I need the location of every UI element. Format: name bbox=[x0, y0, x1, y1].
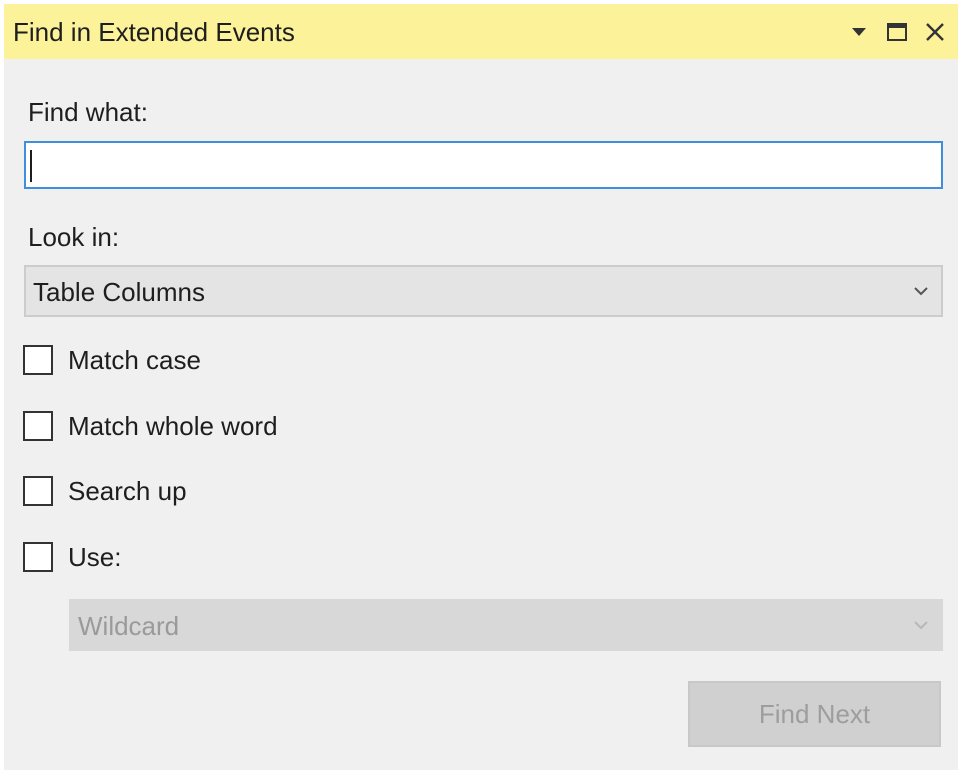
look-in-label: Look in: bbox=[28, 222, 120, 252]
chevron-down-icon bbox=[914, 621, 928, 630]
find-next-button[interactable]: Find Next bbox=[688, 681, 941, 747]
close-button[interactable] bbox=[920, 13, 950, 51]
caret-down-icon bbox=[852, 28, 866, 36]
use-label[interactable]: Use: bbox=[68, 542, 121, 572]
use-mode-selected-value: Wildcard bbox=[78, 611, 180, 641]
search-up-checkbox[interactable] bbox=[23, 476, 53, 506]
find-what-label: Find what: bbox=[28, 97, 148, 127]
window-menu-button[interactable] bbox=[844, 13, 874, 51]
use-mode-dropdown: Wildcard bbox=[69, 599, 943, 651]
match-case-checkbox[interactable] bbox=[23, 345, 53, 375]
find-dialog-window: Find in Extended Events Find what: Look … bbox=[4, 4, 958, 770]
look-in-selected-value: Table Columns bbox=[33, 277, 205, 307]
search-up-option[interactable]: Search up bbox=[23, 474, 187, 508]
use-option[interactable]: Use: bbox=[23, 540, 121, 574]
match-whole-word-option[interactable]: Match whole word bbox=[23, 409, 278, 443]
find-what-input[interactable] bbox=[24, 141, 943, 189]
match-case-option[interactable]: Match case bbox=[23, 343, 201, 377]
chevron-down-icon bbox=[914, 287, 928, 296]
match-whole-word-label[interactable]: Match whole word bbox=[68, 411, 278, 441]
text-caret bbox=[30, 150, 32, 182]
maximize-button[interactable] bbox=[882, 13, 912, 51]
search-up-label[interactable]: Search up bbox=[68, 476, 187, 506]
close-icon bbox=[926, 23, 944, 41]
maximize-icon bbox=[887, 23, 907, 41]
match-case-label[interactable]: Match case bbox=[68, 345, 201, 375]
window-controls bbox=[844, 13, 950, 51]
look-in-dropdown[interactable]: Table Columns bbox=[24, 265, 943, 317]
title-bar[interactable]: Find in Extended Events bbox=[4, 4, 958, 59]
match-whole-word-checkbox[interactable] bbox=[23, 411, 53, 441]
use-checkbox[interactable] bbox=[23, 542, 53, 572]
window-title: Find in Extended Events bbox=[13, 17, 295, 47]
